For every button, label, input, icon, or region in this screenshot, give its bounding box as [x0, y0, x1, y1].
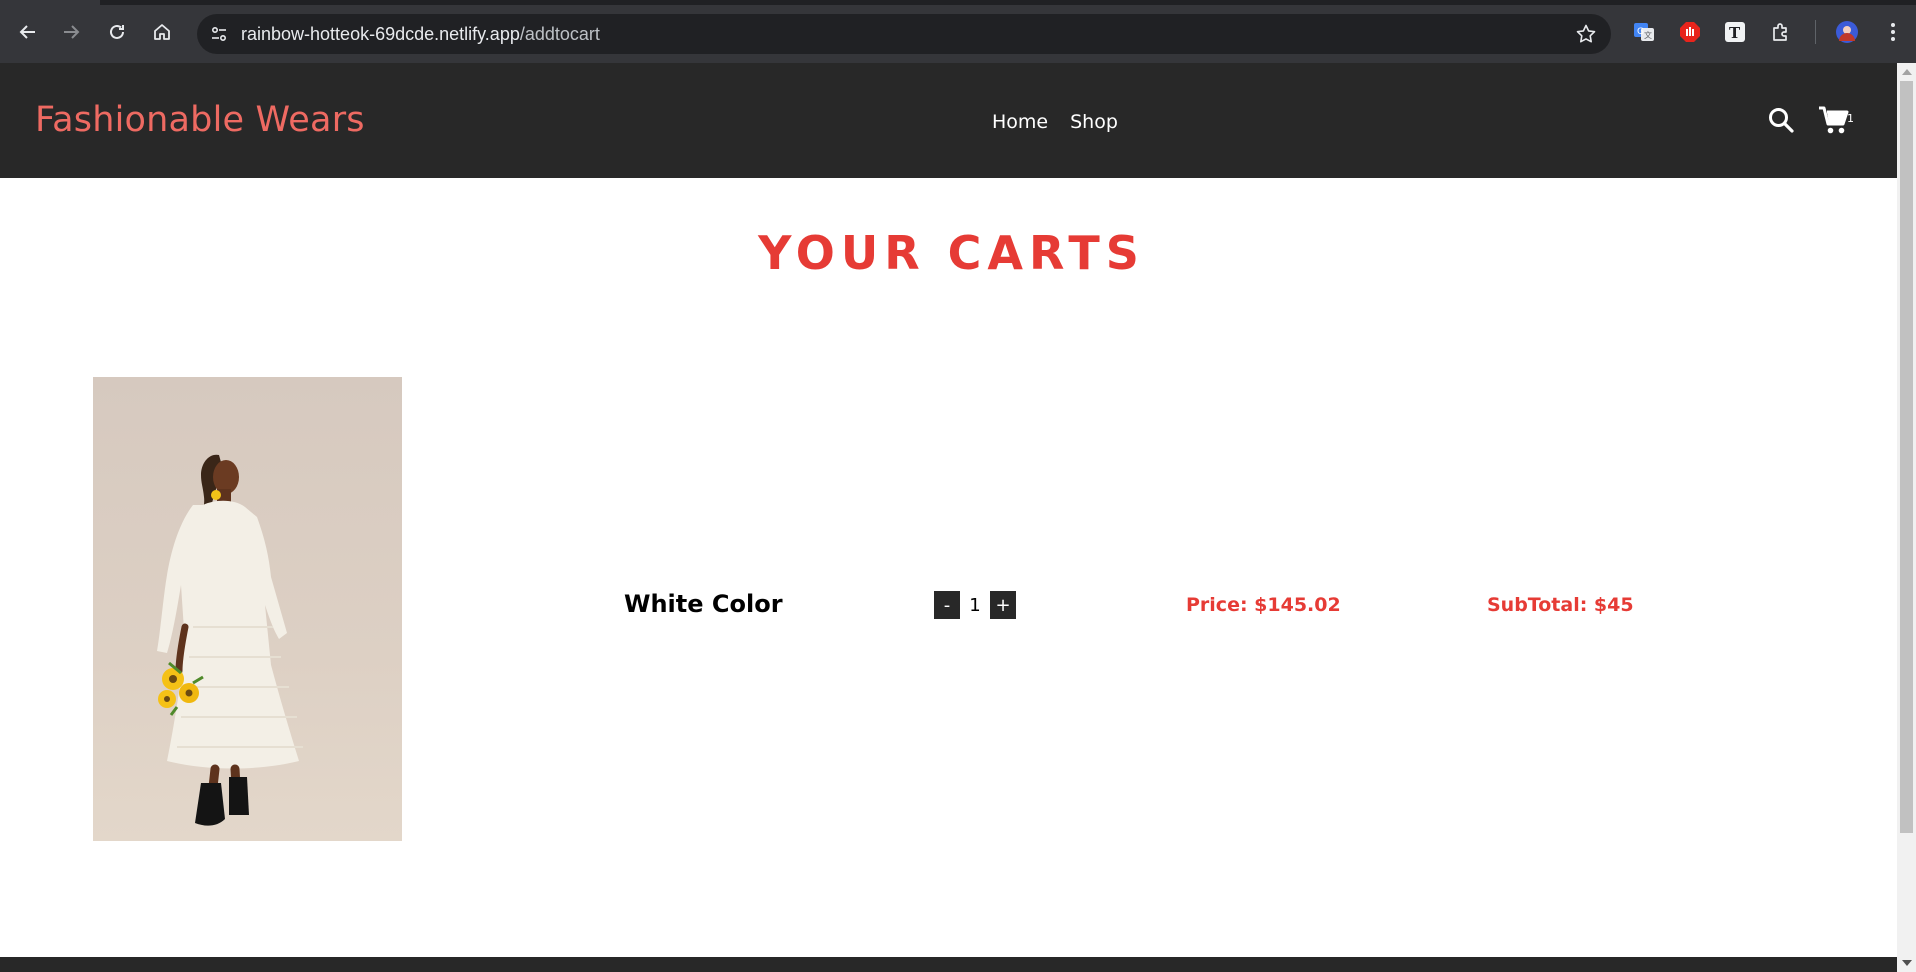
page-title: YOUR CARTS — [758, 226, 1145, 280]
svg-text:G: G — [1637, 27, 1644, 37]
arrow-left-icon — [19, 25, 35, 39]
home-icon — [154, 24, 170, 40]
product-image — [93, 377, 402, 841]
search-icon[interactable] — [1767, 106, 1795, 134]
site-header: Fashionable Wears Home Shop 1 — [0, 63, 1897, 178]
main-nav: Home Shop — [992, 111, 1118, 133]
cart-item-name: White Color — [624, 590, 783, 618]
scrollbar-thumb[interactable] — [1900, 81, 1913, 833]
svg-text:文: 文 — [1644, 30, 1652, 40]
browser-toolbar: rainbow-hotteok-69dcde.netlify.app/addto… — [0, 0, 1916, 63]
reload-icon — [110, 24, 124, 39]
increment-button[interactable]: + — [990, 591, 1016, 619]
scroll-down-arrow-icon[interactable] — [1902, 960, 1912, 966]
url-path: /addtocart — [519, 24, 600, 44]
bookmark-star-icon[interactable] — [1575, 23, 1597, 45]
kebab-menu-icon — [1891, 23, 1895, 41]
site-info-icon[interactable] — [207, 22, 231, 46]
url-text[interactable]: rainbow-hotteok-69dcde.netlify.app/addto… — [241, 24, 600, 45]
adblock-extension-icon[interactable] — [1677, 19, 1703, 45]
page-scrollbar[interactable] — [1897, 63, 1916, 972]
nav-shop-link[interactable]: Shop — [1070, 111, 1118, 133]
arrow-right-icon — [64, 25, 80, 39]
item-subtotal: SubTotal: $45 — [1487, 594, 1634, 616]
site-footer — [0, 957, 1897, 972]
brand-logo[interactable]: Fashionable Wears — [35, 100, 365, 140]
product-photo-illustration — [157, 454, 303, 826]
home-button[interactable] — [147, 17, 177, 47]
browser-menu-button[interactable] — [1880, 19, 1906, 45]
tab-strip — [0, 0, 1916, 5]
extensions-puzzle-icon[interactable] — [1768, 19, 1794, 45]
item-price: Price: $145.02 — [1186, 594, 1341, 616]
back-button[interactable] — [13, 17, 43, 47]
nav-home-link[interactable]: Home — [992, 111, 1048, 133]
cart-count-badge: 1 — [1847, 112, 1854, 125]
decrement-button[interactable]: - — [934, 591, 960, 619]
active-tab[interactable] — [0, 0, 100, 5]
svg-text:T: T — [1729, 24, 1741, 42]
address-bar[interactable]: rainbow-hotteok-69dcde.netlify.app/addto… — [197, 14, 1611, 54]
toolbar-divider — [1815, 20, 1816, 44]
font-extension-icon[interactable]: T — [1722, 19, 1748, 45]
profile-avatar[interactable] — [1834, 19, 1860, 45]
quantity-stepper: - 1 + — [934, 591, 1016, 619]
quantity-value: 1 — [969, 594, 981, 616]
translate-extension-icon[interactable]: G文 — [1631, 19, 1657, 45]
url-host: rainbow-hotteok-69dcde.netlify.app — [241, 24, 520, 44]
reload-button[interactable] — [102, 17, 132, 47]
scroll-up-arrow-icon[interactable] — [1902, 69, 1912, 75]
forward-button[interactable] — [56, 17, 86, 47]
page-viewport: Fashionable Wears Home Shop 1 YOUR CARTS — [0, 63, 1897, 972]
